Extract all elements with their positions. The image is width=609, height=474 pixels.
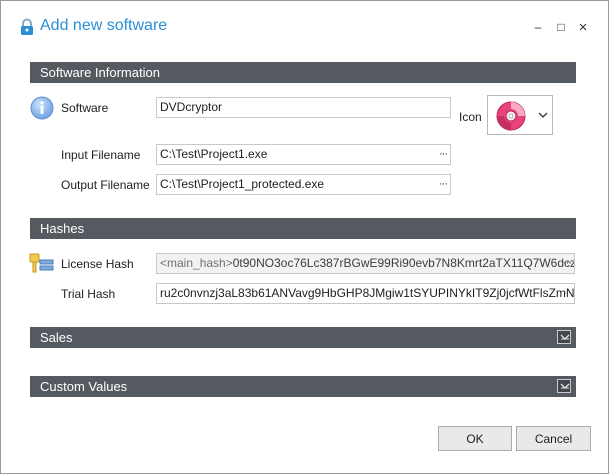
section-hashes: Hashes — [30, 218, 576, 239]
chevron-down-icon — [560, 334, 570, 340]
trial-hash-browse-button[interactable]: ··· — [563, 284, 572, 303]
output-filename-browse-button[interactable]: ··· — [439, 175, 448, 194]
close-button[interactable]: × — [574, 18, 592, 36]
input-filename-browse-button[interactable]: ··· — [439, 145, 448, 164]
section-software-information: Software Information — [30, 62, 576, 83]
minimize-button[interactable]: – — [529, 18, 547, 36]
output-filename-value: C:\Test\Project1_protected.exe — [160, 177, 325, 191]
input-filename-value: C:\Test\Project1.exe — [160, 147, 268, 161]
license-hash-browse-button[interactable]: ··· — [563, 254, 572, 273]
maximize-button[interactable]: □ — [552, 18, 570, 36]
info-icon — [30, 96, 54, 120]
trial-hash-input[interactable]: ru2c0nvnzj3aL83b61ANVavg9HbGHP8JMgiw1tSY… — [156, 283, 575, 304]
title-bar: Add new software – □ × — [1, 1, 608, 53]
input-filename-label: Input Filename — [61, 148, 141, 162]
section-sales-label: Sales — [40, 330, 73, 345]
cancel-button[interactable]: Cancel — [516, 426, 591, 451]
license-hash-value: 0t90NO3oc76Lc387rBGwE99Ri90evb7N8Kmrt2aT… — [232, 256, 574, 270]
ok-button[interactable]: OK — [438, 426, 512, 451]
license-hash-label: License Hash — [61, 257, 134, 271]
input-filename-input[interactable]: C:\Test\Project1.exe ··· — [156, 144, 451, 165]
software-name-value: DVDcryptor — [160, 100, 223, 114]
sales-expand-button[interactable] — [557, 330, 571, 344]
custom-values-expand-button[interactable] — [557, 379, 571, 393]
icon-picker-dropdown[interactable] — [487, 95, 553, 135]
key-icon — [29, 253, 54, 273]
disc-icon — [496, 101, 526, 131]
chevron-down-icon — [560, 383, 570, 389]
license-hash-tag: <main_hash> — [160, 256, 233, 270]
software-label: Software — [61, 101, 109, 115]
output-filename-input[interactable]: C:\Test\Project1_protected.exe ··· — [156, 174, 451, 195]
chevron-down-icon — [538, 112, 548, 118]
icon-label: Icon — [459, 110, 482, 124]
window-title: Add new software — [40, 17, 168, 34]
output-filename-label: Output Filename — [61, 178, 150, 192]
trial-hash-value: ru2c0nvnzj3aL83b61ANVavg9HbGHP8JMgiw1tSY… — [160, 286, 574, 300]
trial-hash-label: Trial Hash — [61, 287, 116, 301]
lock-icon — [21, 18, 33, 35]
license-hash-input[interactable]: <main_hash>0t90NO3oc76Lc387rBGwE99Ri90ev… — [156, 253, 575, 274]
section-sales[interactable]: Sales — [30, 327, 576, 348]
section-custom-values[interactable]: Custom Values — [30, 376, 576, 397]
add-software-dialog: Add new software – □ × Software Informat… — [0, 0, 609, 474]
software-name-input[interactable]: DVDcryptor — [156, 97, 451, 118]
section-custom-values-label: Custom Values — [40, 379, 128, 394]
